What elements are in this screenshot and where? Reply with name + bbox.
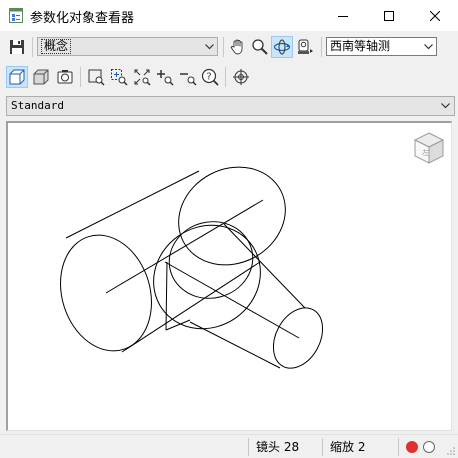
zoom-extents-button[interactable] <box>131 66 153 88</box>
cone-axis-line <box>164 261 300 339</box>
minimize-button[interactable] <box>320 0 366 31</box>
cylinder-silhouette-line <box>121 261 261 353</box>
3d-viewport[interactable]: 左 <box>6 121 452 431</box>
record-indicator-white[interactable] <box>423 441 435 453</box>
toolbar-separator <box>223 37 224 57</box>
orbit-icon <box>273 39 291 55</box>
zoom-window-button[interactable] <box>85 66 107 88</box>
help-zoom-icon: ? <box>201 68 219 86</box>
zoom-in-button[interactable] <box>154 66 176 88</box>
lens-status: 镜头 28 <box>256 440 300 454</box>
zoom-button[interactable] <box>249 36 271 58</box>
minimize-icon <box>338 15 348 17</box>
status-divider <box>322 438 323 456</box>
close-button[interactable] <box>412 0 458 31</box>
svg-text:?: ? <box>206 72 211 83</box>
status-divider <box>398 438 399 456</box>
camera-view-button[interactable] <box>294 36 316 58</box>
resize-grip-icon[interactable] <box>444 445 456 457</box>
view-direction-value: 西南等轴测 <box>330 39 391 53</box>
chevron-down-icon <box>424 44 433 50</box>
viewcube[interactable]: 左 <box>412 131 446 165</box>
zoom-window-icon <box>88 69 105 86</box>
zoom-out-button[interactable] <box>177 66 199 88</box>
cylinder-axis-line <box>105 199 264 294</box>
style-select[interactable]: Standard <box>6 96 455 116</box>
save-button[interactable] <box>6 36 28 58</box>
wireframe-drawing[interactable] <box>8 123 451 430</box>
zoom-in-icon <box>157 70 174 86</box>
cone-base-ellipse <box>153 224 261 330</box>
status-bar: 镜头 28 缩放 2 <box>0 434 458 458</box>
view-toolbar: ? <box>0 62 458 92</box>
camera-settings-button[interactable] <box>54 66 76 88</box>
app-icon <box>9 8 23 23</box>
toolbar-separator <box>321 37 322 57</box>
zoom-status: 缩放 2 <box>330 440 366 454</box>
camera-settings-icon <box>57 70 73 84</box>
visual-style-select[interactable]: 概念 <box>37 37 218 56</box>
toolbar-separator <box>80 67 81 87</box>
visual-style-value: 概念 <box>41 39 72 54</box>
chevron-down-icon <box>205 44 214 50</box>
title-bar: 参数化对象查看器 <box>0 0 458 31</box>
pan-hand-icon <box>230 39 243 55</box>
target-crosshair-icon <box>233 69 249 85</box>
zoom-out-icon <box>180 73 197 86</box>
maximize-button[interactable] <box>366 0 412 31</box>
main-toolbar: 概念 西南等轴测 <box>0 31 458 61</box>
cylinder-end-ellipse <box>178 166 286 266</box>
maximize-icon <box>384 10 394 21</box>
cone-edge-line <box>165 261 168 331</box>
zoom-magnifier-icon <box>252 39 268 55</box>
toolbar-separator <box>225 67 226 87</box>
help-zoom-button[interactable]: ? <box>199 66 221 88</box>
close-icon <box>430 10 440 21</box>
zoom-center-icon <box>111 69 128 86</box>
view-direction-select[interactable]: 西南等轴测 <box>326 37 437 56</box>
orbit-button[interactable] <box>271 36 293 58</box>
style-select-value: Standard <box>11 99 64 112</box>
viewcube-face-label: 左 <box>422 148 429 157</box>
box-view-button[interactable] <box>6 66 28 88</box>
chevron-down-icon <box>441 103 450 109</box>
window-title: 参数化对象查看器 <box>30 11 135 26</box>
record-indicator-red[interactable] <box>406 441 418 453</box>
target-button[interactable] <box>230 66 252 88</box>
camera-view-icon <box>298 39 313 54</box>
cone-silhouette-line <box>189 321 281 369</box>
save-icon <box>10 40 24 54</box>
cone-inner-ellipse <box>168 221 254 299</box>
solid-view-icon <box>33 69 49 85</box>
solid-view-button[interactable] <box>30 66 52 88</box>
status-divider <box>248 438 249 456</box>
zoom-center-button[interactable] <box>108 66 130 88</box>
toolbar-separator <box>32 37 33 57</box>
box-view-icon <box>9 69 25 85</box>
pan-button[interactable] <box>227 36 249 58</box>
cone-silhouette-line <box>223 223 306 309</box>
zoom-extents-icon <box>134 69 151 86</box>
